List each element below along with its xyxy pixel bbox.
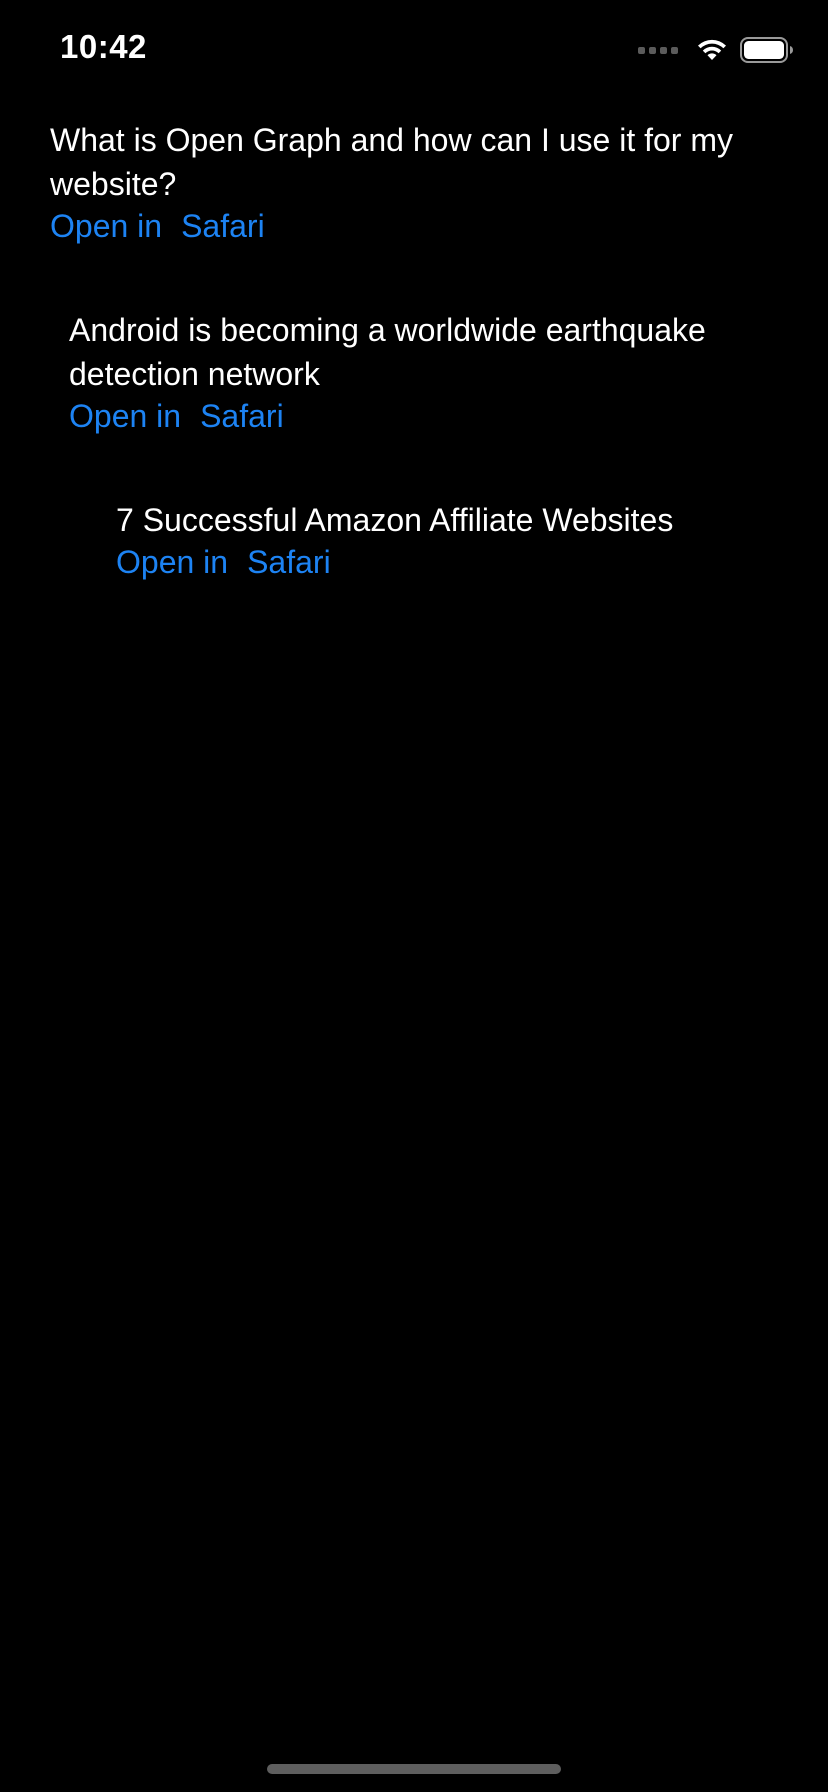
link-target-label: Safari — [200, 398, 284, 434]
link-open-label: Open in — [50, 208, 163, 244]
cellular-signal-icon — [638, 46, 678, 54]
link-target-label: Safari — [181, 208, 265, 244]
link-open-label: Open in — [116, 544, 229, 580]
status-time: 10:42 — [60, 28, 147, 65]
open-in-safari-link[interactable]: Open in Safari — [116, 540, 806, 584]
status-icons — [638, 36, 794, 64]
home-indicator[interactable] — [267, 1764, 561, 1774]
list-item: Android is becoming a worldwide earthqua… — [69, 308, 789, 438]
status-bar: 10:42 — [0, 0, 828, 100]
link-target-label: Safari — [247, 544, 331, 580]
list-item: 7 Successful Amazon Affiliate Websites O… — [116, 498, 806, 584]
item-title: 7 Successful Amazon Affiliate Websites — [116, 502, 674, 538]
link-open-label: Open in — [69, 398, 182, 434]
item-title: What is Open Graph and how can I use it … — [50, 122, 733, 202]
open-in-safari-link[interactable]: Open in Safari — [50, 204, 790, 248]
open-in-safari-link[interactable]: Open in Safari — [69, 394, 789, 438]
battery-icon — [740, 37, 793, 63]
item-title: Android is becoming a worldwide earthqua… — [69, 312, 706, 392]
list-item: What is Open Graph and how can I use it … — [50, 118, 790, 248]
wifi-icon — [698, 39, 726, 60]
